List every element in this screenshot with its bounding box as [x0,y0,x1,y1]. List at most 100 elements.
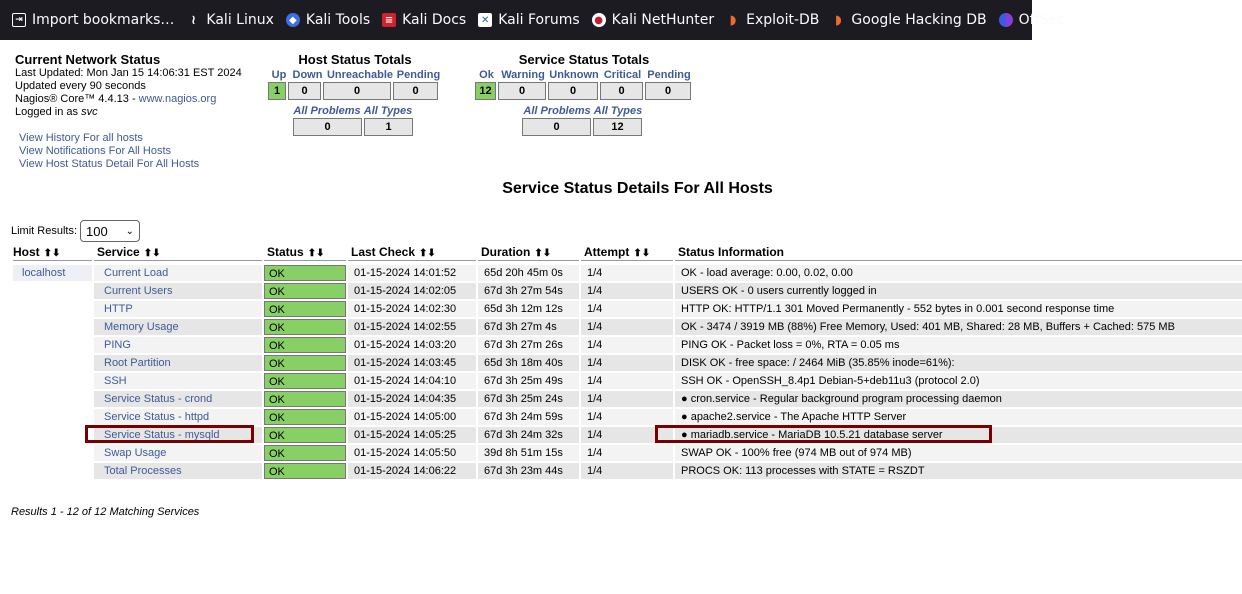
bookmark-kali-docs[interactable]: ≡ Kali Docs [382,12,466,28]
host-down-header[interactable]: Down [290,68,325,82]
service-warning-header[interactable]: Warning [498,68,548,82]
host-link-localhost[interactable]: localhost [13,265,92,281]
sort-arrows-icon[interactable]: ⬆⬇ [534,248,551,259]
host-cell-empty [13,409,92,425]
page-title: Service Status Details For All Hosts [502,180,773,197]
table-row: Current Users OK 01-15-2024 14:02:05 67d 3h… [0,283,1242,301]
host-cell-empty [13,337,92,353]
status-badge[interactable]: OK [264,373,346,389]
service-link[interactable]: Root Partition [104,357,171,369]
host-all-problems-header[interactable]: All Problems [292,104,362,118]
sort-arrows-icon[interactable]: ⬆⬇ [308,248,325,259]
nagios-link[interactable]: www.nagios.org [139,93,217,105]
duration: 67d 3h 24m 32s [478,427,579,443]
service-link[interactable]: Memory Usage [104,321,179,333]
status-badge[interactable]: OK [264,355,346,371]
service-link[interactable]: Swap Usage [104,447,166,459]
host-pending-count[interactable]: 0 [393,82,438,100]
column-header-attempt: Attempt ⬆⬇ [581,245,673,261]
host-unreachable-header[interactable]: Unreachable [325,68,395,82]
status-badge[interactable]: OK [264,265,346,281]
service-link[interactable]: Total Processes [104,465,182,477]
service-warning-count[interactable]: 0 [498,82,546,100]
service-link[interactable]: HTTP [104,303,133,315]
service-link[interactable]: Service Status - crond [104,393,212,405]
status-information: ● cron.service - Regular background prog… [675,391,1242,407]
host-up-count[interactable]: 1 [268,82,286,100]
service-link[interactable]: Current Users [104,285,172,297]
sort-arrows-icon[interactable]: ⬆⬇ [44,248,61,259]
bookmark-kali-forums[interactable]: ✕ Kali Forums [478,12,580,28]
last-check: 01-15-2024 14:03:20 [348,337,476,353]
host-cell-empty [13,355,92,371]
bookmark-import[interactable]: ⇥ Import bookmarks… [12,12,174,28]
attempt: 1/4 [581,445,673,461]
service-all-types-header[interactable]: All Types [592,104,644,118]
sort-arrows-icon[interactable]: ⬆⬇ [419,248,436,259]
bookmarks-toolbar: ⇥ Import bookmarks… ≀ Kali Linux ◆ Kali Too… [0,0,1065,40]
attempt: 1/4 [581,301,673,317]
host-all-types-header[interactable]: All Types [362,104,414,118]
status-badge[interactable]: OK [264,319,346,335]
service-link[interactable]: Service Status - httpd [104,411,209,423]
view-host-status-link[interactable]: View Host Status Detail For All Hosts [19,158,199,170]
bookmark-offsec[interactable]: OffSec [998,12,1065,28]
service-name: Current Users [94,283,262,299]
host-down-count[interactable]: 0 [288,82,321,100]
duration: 67d 3h 27m 26s [478,337,579,353]
service-all-problems-count[interactable]: 0 [522,118,591,136]
service-link[interactable]: SSH [104,375,127,387]
bookmark-kali-linux[interactable]: ≀ Kali Linux [186,12,274,28]
status-badge[interactable]: OK [264,337,346,353]
service-link[interactable]: Current Load [104,267,168,279]
duration: 39d 8h 51m 15s [478,445,579,461]
host-up-header[interactable]: Up [268,68,290,82]
sort-arrows-icon[interactable]: ⬆⬇ [144,248,161,259]
host-unreachable-count[interactable]: 0 [323,82,391,100]
results-count: Results 1 - 12 of 12 Matching Services [11,506,200,518]
sort-arrows-icon[interactable]: ⬆⬇ [633,248,650,259]
status-information: SSH OK - OpenSSH_8.4p1 Debian-5+deb11u3 … [675,373,1242,389]
service-name: SSH [94,373,262,389]
bookmark-kali-nethunter[interactable]: ● Kali NetHunter [591,12,714,28]
status-badge[interactable]: OK [264,463,346,479]
highlight-box-mariadb-info [655,425,992,443]
status-information: USERS OK - 0 users currently logged in [675,283,1242,299]
service-unknown-count[interactable]: 0 [548,82,598,100]
service-ok-count[interactable]: 12 [475,82,496,100]
duration: 67d 3h 25m 24s [478,391,579,407]
version-line: Nagios® Core™ 4.4.13 - www.nagios.org [15,93,217,105]
host-all-problems-count[interactable]: 0 [293,118,362,136]
status-badge[interactable]: OK [264,301,346,317]
host-pending-header[interactable]: Pending [395,68,442,82]
service-all-problems-header[interactable]: All Problems [522,104,592,118]
attempt: 1/4 [581,409,673,425]
status-badge[interactable]: OK [264,391,346,407]
service-name: Total Processes [94,463,262,479]
service-unknown-header[interactable]: Unknown [548,68,600,82]
status-badge[interactable]: OK [264,445,346,461]
status-badge[interactable]: OK [264,283,346,299]
service-ok-header[interactable]: Ok [475,68,498,82]
last-check: 01-15-2024 14:06:22 [348,463,476,479]
status-badge[interactable]: OK [264,427,346,443]
view-notifications-link[interactable]: View Notifications For All Hosts [19,145,171,157]
view-history-link[interactable]: View History For all hosts [19,132,143,144]
bookmark-kali-tools[interactable]: ◆ Kali Tools [285,12,370,28]
service-link[interactable]: PING [104,339,131,351]
status-badge[interactable]: OK [264,409,346,425]
status-information: DISK OK - free space: / 2464 MiB (35.85%… [675,355,1242,371]
service-pending-count[interactable]: 0 [645,82,691,100]
service-name: Memory Usage [94,319,262,335]
service-critical-count[interactable]: 0 [600,82,643,100]
host-all-types-count[interactable]: 1 [364,118,413,136]
service-all-types-count[interactable]: 12 [593,118,642,136]
service-critical-header[interactable]: Critical [600,68,645,82]
kali-tools-icon: ◆ [285,13,300,27]
limit-results-select[interactable]: 100 ⌄ [80,220,141,242]
last-check: 01-15-2024 14:02:05 [348,283,476,299]
service-pending-header[interactable]: Pending [645,68,693,82]
bookmark-exploit-db[interactable]: ◗ Exploit-DB [726,12,820,28]
bookmark-ghdb[interactable]: ◗ Google Hacking DB [831,12,987,28]
attempt: 1/4 [581,373,673,389]
